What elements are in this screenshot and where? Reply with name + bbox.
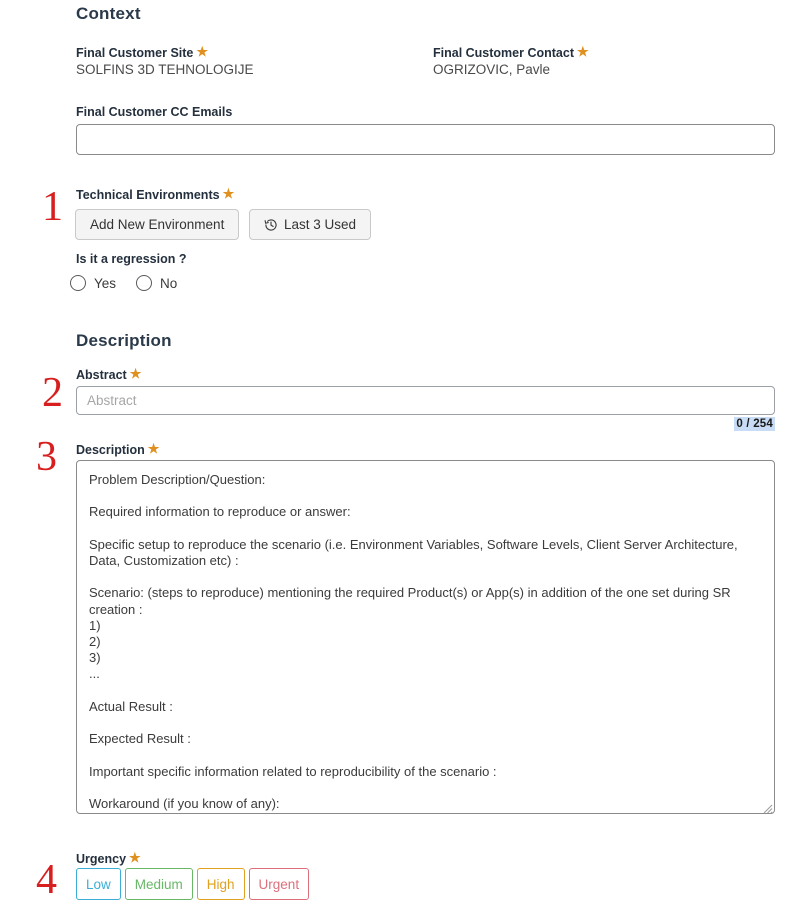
label-final-customer-site-text: Final Customer Site (76, 46, 194, 60)
sr-creation-form: 1 2 3 4 Context Final Customer Site ★ SOL… (0, 0, 787, 906)
value-final-customer-site: SOLFINS 3D TEHNOLOGIJE (76, 62, 254, 77)
label-urgency: Urgency ★ (76, 850, 141, 866)
abstract-input[interactable] (76, 386, 775, 415)
regression-radio-no[interactable]: No (136, 275, 177, 291)
required-star-icon: ★ (129, 366, 142, 381)
label-is-it-a-regression: Is it a regression ? (76, 252, 187, 266)
label-description-text: Description (76, 443, 145, 457)
urgency-button-group: Low Medium High Urgent (76, 868, 310, 900)
required-star-icon: ★ (577, 44, 589, 59)
annotation-step-3: 3 (36, 434, 57, 480)
abstract-char-counter: 0 / 254 (734, 417, 775, 431)
history-clock-icon (264, 218, 278, 232)
required-star-icon: ★ (222, 186, 235, 201)
regression-radio-no-label: No (160, 275, 178, 291)
urgency-option-medium-label: Medium (134, 876, 183, 892)
label-description: Description ★ (76, 441, 159, 457)
regression-radio-group: Yes No (70, 275, 177, 291)
label-final-customer-contact: Final Customer Contact ★ (433, 44, 589, 60)
radio-circle-icon[interactable] (70, 275, 86, 291)
last-3-used-label: Last 3 Used (284, 217, 357, 232)
urgency-option-low-label: Low (86, 876, 111, 892)
regression-radio-yes[interactable]: Yes (70, 275, 116, 291)
label-urgency-text: Urgency (76, 852, 127, 866)
urgency-option-high[interactable]: High (196, 868, 245, 900)
label-technical-environments-text: Technical Environments (76, 188, 220, 202)
label-final-customer-contact-text: Final Customer Contact (433, 46, 574, 60)
regression-radio-yes-label: Yes (94, 275, 117, 291)
urgency-option-urgent[interactable]: Urgent (248, 868, 310, 900)
label-final-customer-site: Final Customer Site ★ (76, 44, 208, 60)
urgency-option-medium[interactable]: Medium (124, 868, 193, 900)
radio-circle-icon[interactable] (136, 275, 153, 291)
urgency-option-urgent-label: Urgent (258, 876, 300, 892)
add-new-environment-label: Add New Environment (90, 217, 225, 232)
annotation-step-2: 2 (42, 370, 63, 416)
final-customer-cc-emails-input[interactable] (76, 124, 775, 155)
label-abstract-text: Abstract (76, 368, 127, 382)
description-textarea[interactable] (76, 460, 775, 814)
required-star-icon: ★ (129, 850, 141, 865)
urgency-option-low[interactable]: Low (76, 868, 121, 900)
last-3-used-button[interactable]: Last 3 Used (249, 209, 372, 240)
value-final-customer-contact: OGRIZOVIC, Pavle (433, 62, 551, 77)
annotation-step-1: 1 (42, 184, 63, 230)
label-final-customer-cc-emails: Final Customer CC Emails (76, 105, 233, 119)
annotation-step-4: 4 (36, 857, 57, 903)
section-title-context: Context (76, 4, 141, 23)
add-new-environment-button[interactable]: Add New Environment (75, 209, 240, 240)
required-star-icon: ★ (147, 441, 160, 456)
label-abstract: Abstract ★ (76, 366, 141, 382)
urgency-option-high-label: High (206, 876, 235, 892)
section-title-description: Description (76, 331, 172, 350)
label-technical-environments: Technical Environments ★ (76, 186, 234, 202)
required-star-icon: ★ (196, 44, 209, 59)
